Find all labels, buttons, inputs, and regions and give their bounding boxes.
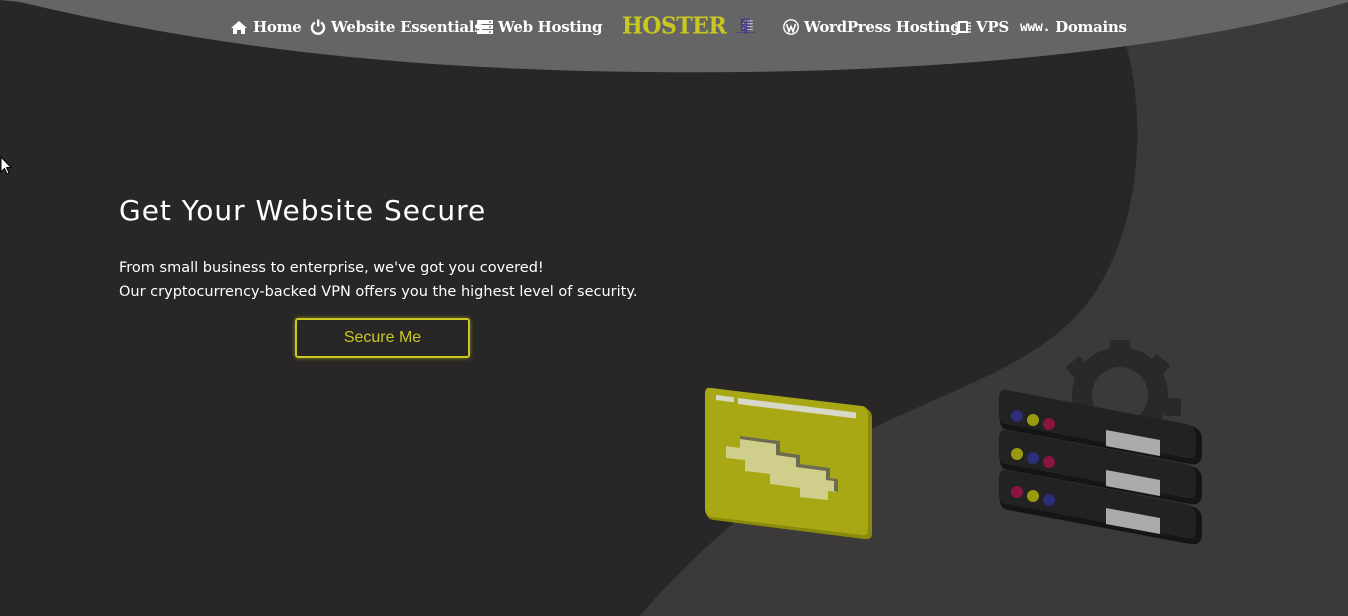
nav-wordpress-hosting-label: WordPress Hosting [804,18,961,36]
mouse-cursor-icon [0,156,13,175]
site-logo[interactable]: HOSTER [622,6,756,46]
top-navigation: Home Website Essentials Web Hosting HOST… [0,0,1348,56]
nav-website-essentials-label: Website Essentials [331,18,483,36]
nav-vps[interactable]: VPS [955,16,1009,38]
nav-domains[interactable]: www. Domains [1020,16,1127,38]
server-rack-icon [736,18,756,34]
www-icon: www. [1020,19,1051,35]
wordpress-icon [783,19,799,35]
secure-me-button[interactable]: Secure Me [295,318,470,358]
nav-web-hosting-label: Web Hosting [498,18,603,36]
nav-home[interactable]: Home [230,16,302,38]
home-icon [231,20,247,34]
hero-description: From small business to enterprise, we've… [119,256,679,304]
nav-home-label: Home [253,18,302,36]
hero-line-1: From small business to enterprise, we've… [119,260,544,276]
background-curve [0,0,1348,616]
nav-wordpress-hosting[interactable]: WordPress Hosting [783,16,961,38]
server-icon [477,20,493,34]
nav-vps-label: VPS [976,18,1009,36]
hero-line-2: Our cryptocurrency-backed VPN offers you… [119,284,638,300]
chip-icon [955,21,971,33]
nav-web-hosting[interactable]: Web Hosting [477,16,603,38]
nav-domains-label: Domains [1055,18,1127,36]
logo-text: HOSTER [622,12,727,40]
power-icon [310,19,326,35]
nav-website-essentials[interactable]: Website Essentials [310,16,483,38]
hero-title: Get Your Website Secure [119,194,487,227]
